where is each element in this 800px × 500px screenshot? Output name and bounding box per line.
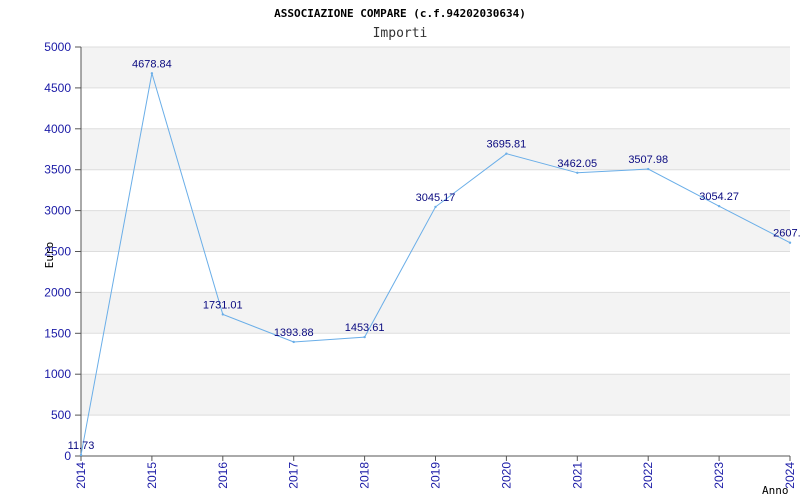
data-label: 3507.98	[628, 154, 668, 166]
y-tick-label: 3000	[44, 204, 71, 218]
y-tick-label: 4000	[44, 122, 71, 136]
chart: ASSOCIAZIONE COMPARE (c.f.94202030634) I…	[43, 7, 800, 497]
x-tick-label: 2019	[429, 462, 443, 489]
data-point	[79, 453, 83, 457]
chart-title: ASSOCIAZIONE COMPARE (c.f.94202030634)	[274, 7, 526, 20]
y-tick-label: 2000	[44, 285, 71, 299]
data-point	[647, 167, 650, 171]
data-label: 3054.27	[699, 191, 739, 203]
y-tick-label: 1000	[44, 367, 71, 381]
data-point	[788, 241, 792, 244]
data-point	[363, 335, 366, 339]
data-label: 3695.81	[487, 139, 527, 151]
data-point	[505, 152, 508, 155]
x-ticks: 2014 2015 2016 2017 2018 2019 2020 2021 2022 2023…	[74, 462, 797, 489]
x-tick-label: 2021	[570, 462, 584, 489]
chart-subtitle: Importi	[373, 26, 428, 41]
x-tick-label: 2016	[216, 462, 230, 489]
data-point	[221, 313, 224, 316]
background-bands	[81, 47, 790, 416]
data-point	[150, 72, 154, 75]
y-tick-label: 3500	[44, 163, 71, 177]
x-tick-label: 2018	[358, 462, 372, 489]
grid-band	[81, 374, 790, 416]
data-label: 11.73	[68, 440, 95, 452]
x-tick-label: 2017	[287, 462, 301, 489]
data-label: 1453.61	[345, 322, 385, 334]
data-label: 3045.17	[416, 192, 456, 204]
y-tick-label: 5000	[44, 40, 71, 54]
data-point	[576, 171, 579, 175]
grid-band	[81, 292, 790, 334]
grid-band	[81, 47, 790, 88]
x-tick-label: 2022	[641, 462, 655, 489]
x-tick-label: 2014	[74, 462, 88, 489]
x-tick-label: 2020	[499, 462, 513, 489]
data-point	[434, 205, 437, 209]
x-tick-label: 2023	[712, 462, 726, 489]
y-tick-label: 500	[51, 408, 71, 422]
data-point	[717, 204, 721, 208]
x-tick-label: 2015	[145, 462, 159, 489]
data-label: 1393.88	[274, 327, 314, 339]
data-label: 2607.2	[773, 228, 800, 240]
y-tick-label: 1500	[44, 326, 71, 340]
data-point	[292, 340, 295, 344]
data-label: 3462.05	[557, 158, 597, 170]
data-label: 1731.01	[203, 299, 243, 311]
y-axis-label: Euro	[43, 242, 56, 269]
x-axis-label: Anno	[762, 484, 789, 497]
grid-band	[81, 210, 790, 252]
grid-band	[81, 128, 790, 170]
y-tick-label: 4500	[44, 81, 71, 95]
data-label: 4678.84	[132, 58, 172, 70]
